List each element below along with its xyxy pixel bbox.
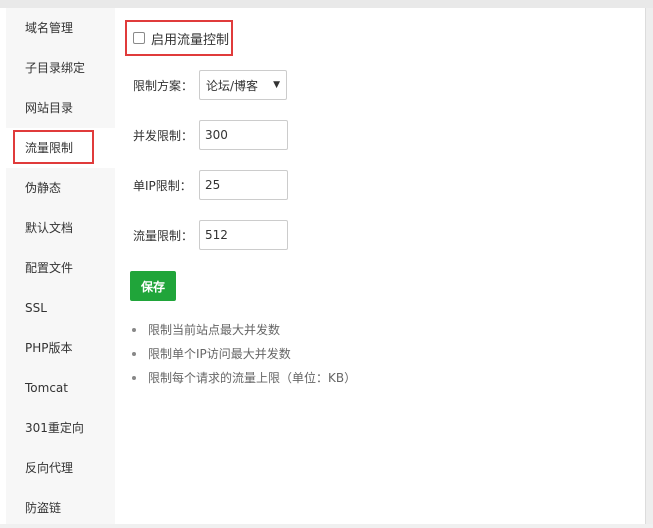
- scheme-select-value: 论坛/博客: [206, 78, 259, 93]
- sidebar-item-hotlink-protection[interactable]: 防盗链: [6, 488, 115, 528]
- sidebar-item-301-redirect[interactable]: 301重定向: [6, 408, 115, 448]
- concurrency-label: 并发限制：: [133, 128, 194, 143]
- sidebar-item-label: SSL: [25, 301, 47, 315]
- sidebar-item-ssl[interactable]: SSL: [6, 288, 115, 328]
- settings-sidebar: 域名管理 子目录绑定 网站目录 流量限制 伪静态 默认文档 配置文件 SSL P…: [6, 8, 115, 524]
- tip-text: 限制每个请求的流量上限（单位：KB）: [148, 371, 357, 385]
- traffic-label: 流量限制：: [133, 228, 194, 243]
- sidebar-item-label: 伪静态: [25, 181, 62, 195]
- sidebar-item-label: 子目录绑定: [25, 61, 86, 75]
- sidebar-item-domain[interactable]: 域名管理: [6, 8, 115, 48]
- sidebar-item-label: Tomcat: [25, 381, 68, 395]
- single-ip-label: 单IP限制：: [133, 178, 192, 193]
- enable-traffic-control-checkbox[interactable]: [133, 32, 145, 44]
- bullet-icon: [132, 376, 136, 380]
- background-top-strip: [0, 0, 653, 8]
- tips-list: 限制当前站点最大并发数 限制单个IP访问最大并发数 限制每个请求的流量上限（单位…: [130, 318, 356, 390]
- sidebar-item-traffic-limit[interactable]: 流量限制: [6, 128, 115, 168]
- tip-text: 限制当前站点最大并发数: [148, 323, 281, 337]
- traffic-row: 流量限制：: [133, 220, 288, 250]
- list-item: 限制当前站点最大并发数: [130, 318, 356, 342]
- sidebar-item-php-version[interactable]: PHP版本: [6, 328, 115, 368]
- sidebar-item-tomcat[interactable]: Tomcat: [6, 368, 115, 408]
- background-right-strip: [645, 8, 653, 524]
- enable-traffic-control-label: 启用流量控制: [151, 32, 230, 48]
- sidebar-item-config-file[interactable]: 配置文件: [6, 248, 115, 288]
- list-item: 限制单个IP访问最大并发数: [130, 342, 356, 366]
- sidebar-item-site-directory[interactable]: 网站目录: [6, 88, 115, 128]
- sidebar-item-label: 反向代理: [25, 461, 74, 475]
- sidebar-item-label: 域名管理: [25, 21, 74, 35]
- sidebar-item-default-document[interactable]: 默认文档: [6, 208, 115, 248]
- caret-down-icon: ▼: [273, 80, 280, 90]
- scheme-row: 限制方案： 论坛/博客 ▼: [133, 70, 287, 100]
- sidebar-item-subdir-binding[interactable]: 子目录绑定: [6, 48, 115, 88]
- scheme-select[interactable]: 论坛/博客 ▼: [199, 70, 287, 100]
- traffic-limit-panel: 启用流量控制 限制方案： 论坛/博客 ▼ 并发限制： 单IP限制： 流量限制： …: [115, 8, 644, 524]
- site-settings-dialog: 域名管理 子目录绑定 网站目录 流量限制 伪静态 默认文档 配置文件 SSL P…: [6, 8, 644, 524]
- highlight-box: [13, 130, 94, 164]
- sidebar-item-label: 网站目录: [25, 101, 74, 115]
- sidebar-item-reverse-proxy[interactable]: 反向代理: [6, 448, 115, 488]
- sidebar-item-label: PHP版本: [25, 341, 73, 355]
- sidebar-item-label: 防盗链: [25, 501, 62, 515]
- save-button[interactable]: 保存: [130, 271, 176, 301]
- tip-text: 限制单个IP访问最大并发数: [148, 347, 291, 361]
- bullet-icon: [132, 352, 136, 356]
- concurrency-row: 并发限制：: [133, 120, 288, 150]
- enable-traffic-control-toggle[interactable]: 启用流量控制: [125, 20, 233, 56]
- sidebar-item-label: 301重定向: [25, 421, 84, 435]
- sidebar-item-label: 配置文件: [25, 261, 74, 275]
- single-ip-row: 单IP限制：: [133, 170, 288, 200]
- traffic-input[interactable]: [199, 220, 288, 250]
- concurrency-input[interactable]: [199, 120, 288, 150]
- single-ip-input[interactable]: [199, 170, 288, 200]
- bullet-icon: [132, 328, 136, 332]
- sidebar-item-rewrite[interactable]: 伪静态: [6, 168, 115, 208]
- scheme-label: 限制方案：: [133, 78, 194, 93]
- sidebar-item-label: 默认文档: [25, 221, 74, 235]
- list-item: 限制每个请求的流量上限（单位：KB）: [130, 366, 356, 390]
